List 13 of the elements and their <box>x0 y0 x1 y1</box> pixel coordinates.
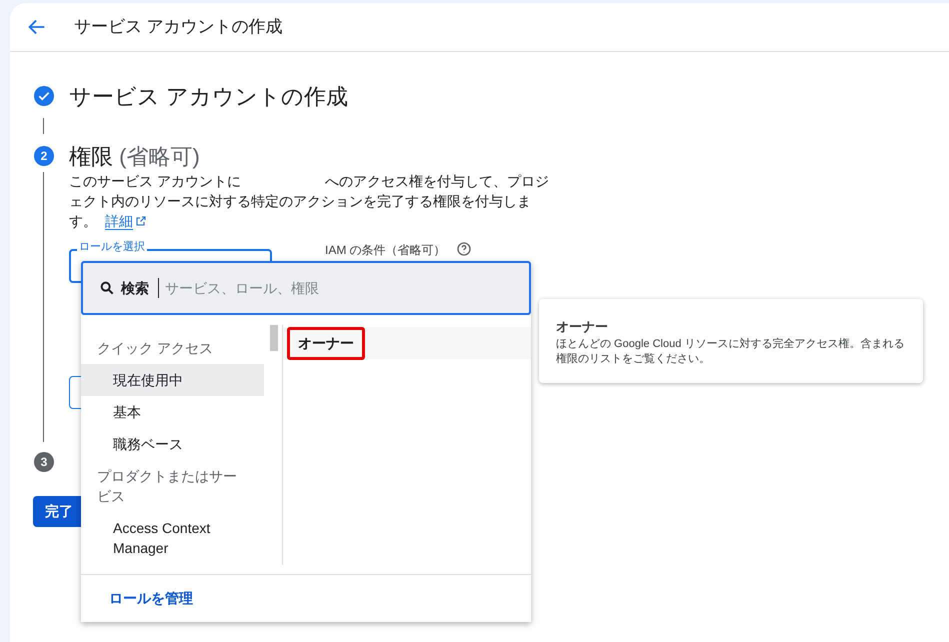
field-label: ロールを選択 <box>77 241 147 253</box>
step-description: このサービス アカウントに へのアクセス権を付与して、プロジェクト内のリソースに対する特定のアクションを完了する権限を付与します。 詳細 <box>69 172 549 231</box>
step-number: 2 <box>34 146 54 166</box>
tooltip-description: ほとんどの Google Cloud リソースに対する完全アクセス権。含まれる権限のリストをご覧ください。 <box>556 336 906 366</box>
field-label: IAM の条件（省略可） <box>325 242 446 259</box>
step-number: 3 <box>34 452 54 472</box>
step-title: サービス アカウントの作成 <box>69 82 348 110</box>
tooltip-title: オーナー <box>556 318 609 336</box>
category-heading: クイック アクセス <box>96 339 214 358</box>
page-title: サービス アカウントの作成 <box>74 16 283 38</box>
category-heading: プロダクトまたはサービス <box>96 467 238 506</box>
search-label: 検索 <box>121 278 149 298</box>
step-title: 権限 (省略可) <box>69 142 200 170</box>
